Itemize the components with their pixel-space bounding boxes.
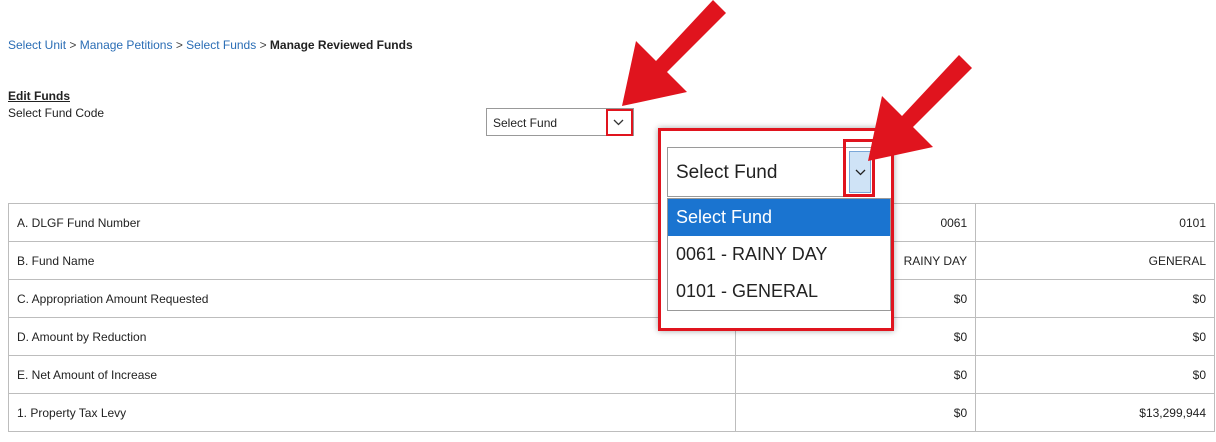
- red-arrow-icon: [622, 0, 726, 106]
- table-row: C. Appropriation Amount Requested $0 $0: [7, 279, 1215, 318]
- breadcrumb-separator: >: [175, 38, 183, 52]
- zoomed-dropdown-callout: Select Fund Select Fund 0061 - RAINY DAY…: [658, 128, 894, 331]
- funds-table: A. DLGF Fund Number 0061 0101 B. Fund Na…: [7, 203, 1215, 432]
- table-row: E. Net Amount of Increase $0 $0: [7, 355, 1215, 394]
- breadcrumb-link-select-funds[interactable]: Select Funds: [186, 38, 256, 52]
- breadcrumb-link-select-unit[interactable]: Select Unit: [8, 38, 66, 52]
- breadcrumb: Select Unit > Manage Petitions > Select …: [8, 38, 413, 52]
- row-label: E. Net Amount of Increase: [7, 355, 737, 394]
- option-0101-general[interactable]: 0101 - GENERAL: [668, 273, 890, 310]
- row-label: C. Appropriation Amount Requested: [7, 279, 737, 318]
- option-0061-rainy-day[interactable]: 0061 - RAINY DAY: [668, 236, 890, 273]
- table-row: B. Fund Name RAINY DAY GENERAL: [7, 241, 1215, 280]
- red-arrow-icon: [868, 55, 972, 161]
- fund-2-value: $0: [975, 355, 1215, 394]
- breadcrumb-current: Manage Reviewed Funds: [269, 38, 413, 52]
- fund-2-value: $0: [975, 279, 1215, 318]
- fund-2-value: $0: [975, 317, 1215, 356]
- table-row: D. Amount by Reduction $0 $0: [7, 317, 1215, 356]
- edit-funds-heading: Edit Funds: [8, 89, 70, 103]
- table-row: A. DLGF Fund Number 0061 0101: [7, 203, 1215, 242]
- select-fund-code-label: Select Fund Code: [8, 106, 105, 120]
- breadcrumb-separator: >: [259, 38, 267, 52]
- fund-2-value: GENERAL: [975, 241, 1215, 280]
- row-label: 1. Property Tax Levy: [7, 393, 737, 432]
- table-row: 1. Property Tax Levy $0 $13,299,944: [7, 393, 1215, 432]
- row-label: A. DLGF Fund Number: [7, 203, 737, 242]
- fund-code-select-value: Select Fund: [493, 116, 558, 130]
- fund-options-list: Select Fund 0061 - RAINY DAY 0101 - GENE…: [667, 198, 891, 311]
- breadcrumb-separator: >: [69, 38, 77, 52]
- row-label: D. Amount by Reduction: [7, 317, 737, 356]
- fund-2-value: $13,299,944: [975, 393, 1215, 432]
- fund-select-zoomed-value: Select Fund: [676, 162, 778, 183]
- fund-1-value: $0: [735, 355, 977, 394]
- fund-2-value: 0101: [975, 203, 1215, 242]
- row-label: B. Fund Name: [7, 241, 737, 280]
- breadcrumb-link-manage-petitions[interactable]: Manage Petitions: [80, 38, 173, 52]
- fund-1-value: $0: [735, 393, 977, 432]
- option-select-fund[interactable]: Select Fund: [668, 199, 890, 236]
- annotation-highlight-box: [606, 109, 633, 136]
